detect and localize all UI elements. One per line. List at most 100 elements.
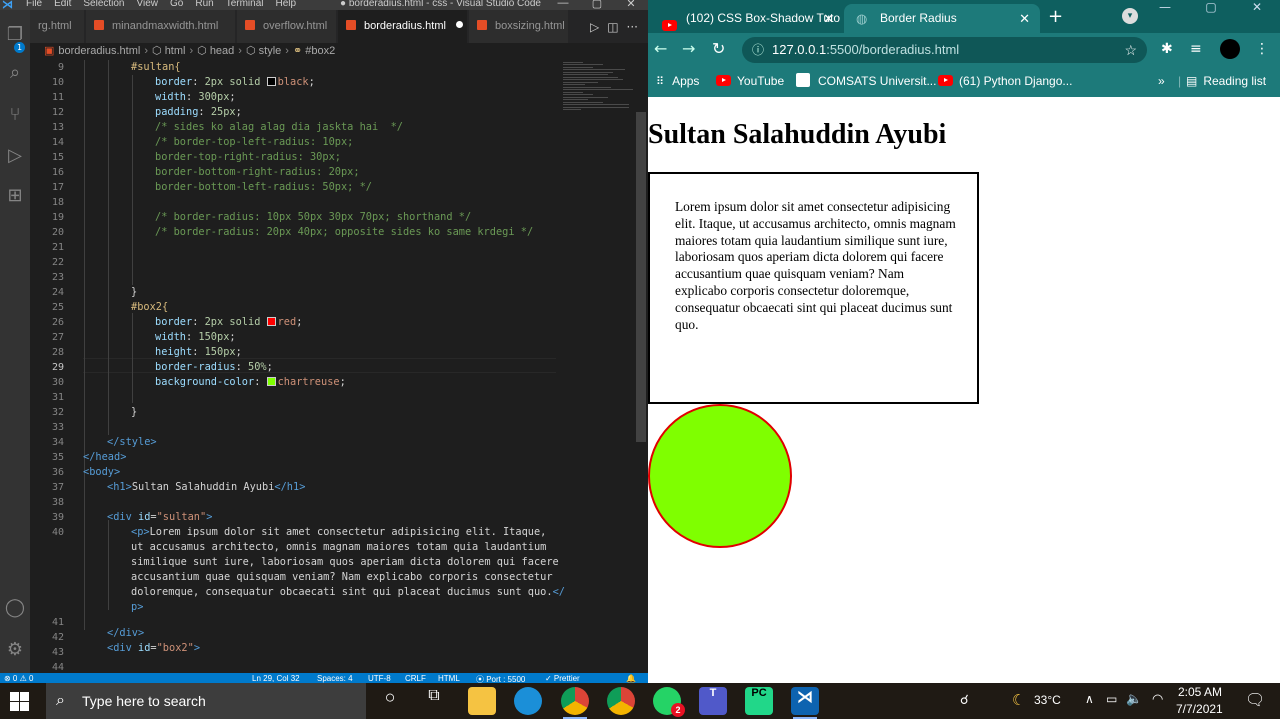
- code-area[interactable]: #sultan{ border: 2px solid black; width:…: [83, 60, 603, 673]
- tab-borderadius[interactable]: borderadius.html: [338, 10, 468, 43]
- bookmark-python-django[interactable]: (61) Python Django...: [938, 73, 1072, 89]
- tab-boxsizing[interactable]: boxsizing.html: [469, 10, 569, 43]
- close-tab-icon[interactable]: ✕: [1019, 4, 1030, 33]
- maximize-button[interactable]: ▢: [1188, 0, 1234, 14]
- breadcrumb-box2[interactable]: #box2: [305, 45, 335, 57]
- breadcrumb-head[interactable]: head: [210, 45, 234, 57]
- problems-status[interactable]: ⊗ 0 ⚠ 0: [4, 674, 33, 683]
- bookmarks-overflow-chevron[interactable]: »: [1158, 73, 1165, 89]
- close-button[interactable]: ✕: [614, 0, 648, 10]
- task-view-icon[interactable]: ⧉: [420, 687, 448, 715]
- reload-icon[interactable]: ↻: [712, 39, 725, 59]
- cortana-icon[interactable]: ○: [376, 687, 404, 715]
- run-debug-icon[interactable]: ▷: [2, 143, 28, 169]
- cursor-position[interactable]: Ln 29, Col 32: [252, 674, 300, 683]
- notification-center-icon[interactable]: 🗨: [1245, 690, 1265, 710]
- split-editor-icon[interactable]: ◫: [607, 20, 618, 34]
- volume-icon[interactable]: 🔈: [1126, 691, 1142, 707]
- unsaved-dot-icon[interactable]: [455, 21, 463, 28]
- clock-date[interactable]: 7/7/2021: [1176, 702, 1223, 716]
- browser-tab-youtube[interactable]: (102) CSS Box-Shadow Tuto ✕: [650, 4, 844, 33]
- bookmark-star-icon[interactable]: ☆: [1124, 37, 1137, 63]
- browser-tab-border-radius[interactable]: ◍ Border Radius ✕: [844, 4, 1040, 33]
- windows-start-icon[interactable]: [10, 692, 30, 712]
- menu-run[interactable]: Run: [195, 0, 213, 9]
- tab-rg[interactable]: rg.html: [30, 10, 85, 43]
- more-actions-icon[interactable]: ···: [627, 20, 638, 34]
- color-swatch-black[interactable]: [266, 77, 276, 86]
- minimap[interactable]: [563, 60, 635, 190]
- chrome-profile-icon[interactable]: [607, 687, 635, 715]
- indentation-status[interactable]: Spaces: 4: [317, 674, 353, 683]
- editor-scrollbar[interactable]: [636, 112, 646, 442]
- current-line-highlight: [83, 358, 556, 373]
- menu-go[interactable]: Go: [170, 0, 183, 9]
- menu-terminal[interactable]: Terminal: [226, 0, 264, 9]
- forward-arrow-icon[interactable]: →: [682, 39, 695, 59]
- encoding-status[interactable]: UTF-8: [368, 674, 391, 683]
- weather-moon-icon[interactable]: ☾: [1012, 691, 1025, 709]
- notifications-bell-icon[interactable]: 🔔: [626, 674, 636, 683]
- vscode-window: ⋊ File Edit Selection View Go Run Termin…: [0, 0, 648, 683]
- code-line: }: [131, 406, 138, 418]
- menu-view[interactable]: View: [137, 0, 159, 9]
- search-icon[interactable]: ⌕: [2, 60, 28, 86]
- pycharm-icon[interactable]: PC: [745, 687, 773, 715]
- minimize-button[interactable]: —: [1142, 0, 1188, 14]
- address-bar[interactable]: ⓘ 127.0.0.1:5500/borderadius.html ☆: [742, 37, 1147, 63]
- extensions-puzzle-icon[interactable]: ✱: [1161, 41, 1173, 58]
- settings-gear-icon[interactable]: ⚙: [2, 637, 28, 663]
- minimize-button[interactable]: —: [546, 0, 580, 10]
- people-icon[interactable]: ☌: [960, 692, 969, 708]
- source-control-icon[interactable]: ⑂: [2, 102, 28, 128]
- line-number: 20: [51, 227, 64, 238]
- file-explorer-icon[interactable]: [468, 687, 496, 715]
- teams-icon[interactable]: T: [699, 687, 727, 715]
- menu-help[interactable]: Help: [276, 0, 297, 9]
- eol-status[interactable]: CRLF: [405, 674, 426, 683]
- menu-selection[interactable]: Selection: [83, 0, 124, 9]
- battery-icon[interactable]: ▭: [1106, 692, 1117, 706]
- profile-avatar[interactable]: [1220, 39, 1240, 59]
- show-hidden-icons-chevron[interactable]: ∧: [1085, 692, 1094, 706]
- edge-icon[interactable]: [514, 687, 542, 715]
- code-editor[interactable]: 9 10 11 12 13 14 15 16 17 18 19 20 21 22 23 24 25 26 27 28 2…: [30, 60, 648, 673]
- whatsapp-icon[interactable]: 2: [653, 687, 685, 717]
- tab-search-chevron-icon[interactable]: ▾: [1122, 8, 1138, 24]
- weather-temp[interactable]: 33°C: [1034, 693, 1061, 707]
- new-tab-button[interactable]: +: [1048, 6, 1063, 27]
- color-swatch-chartreuse[interactable]: [266, 377, 276, 386]
- tab-overflow[interactable]: overflow.html: [237, 10, 337, 43]
- close-button[interactable]: ✕: [1234, 0, 1280, 14]
- code-line: border-top-right-radius: 30px;: [155, 151, 341, 163]
- bookmark-youtube[interactable]: YouTube: [716, 73, 784, 89]
- close-tab-icon[interactable]: ✕: [823, 4, 834, 33]
- reading-list[interactable]: ▤ Reading list: [1186, 73, 1266, 89]
- media-queue-icon[interactable]: ≡: [1190, 41, 1202, 58]
- live-server-port[interactable]: ⦿ Port : 5500: [476, 674, 525, 683]
- menu-edit[interactable]: Edit: [54, 0, 71, 9]
- breadcrumb-html[interactable]: html: [165, 45, 186, 57]
- maximize-button[interactable]: ▢: [580, 0, 614, 10]
- breadcrumb-style[interactable]: style: [259, 45, 282, 57]
- vscode-taskbar-icon[interactable]: ⋊: [791, 687, 819, 719]
- bookmark-comsats[interactable]: COMSATS Universit...: [796, 73, 936, 89]
- taskbar-search-box[interactable]: ⌕ Type here to search: [46, 683, 366, 719]
- page-heading: Sultan Salahuddin Ayubi: [648, 119, 947, 150]
- wifi-icon[interactable]: ◠: [1152, 691, 1163, 707]
- chrome-icon[interactable]: [561, 687, 589, 719]
- account-icon[interactable]: ◯: [2, 595, 28, 621]
- chrome-menu-icon[interactable]: ⋮: [1255, 41, 1269, 58]
- back-arrow-icon[interactable]: ←: [654, 39, 667, 59]
- tab-minandmaxwidth[interactable]: minandmaxwidth.html: [86, 10, 236, 43]
- language-mode[interactable]: HTML: [438, 674, 460, 683]
- run-icon[interactable]: ▷: [590, 20, 599, 34]
- site-info-icon[interactable]: ⓘ: [752, 37, 764, 63]
- menu-file[interactable]: File: [26, 0, 42, 9]
- bookmark-apps[interactable]: ⠿ Apps: [656, 73, 699, 90]
- breadcrumb-file[interactable]: borderadius.html: [58, 45, 140, 57]
- color-swatch-red[interactable]: [266, 317, 276, 326]
- extensions-icon[interactable]: ⊞: [2, 183, 28, 209]
- clock-time[interactable]: 2:05 AM: [1178, 685, 1222, 699]
- prettier-status[interactable]: ✓ Prettier: [545, 674, 580, 683]
